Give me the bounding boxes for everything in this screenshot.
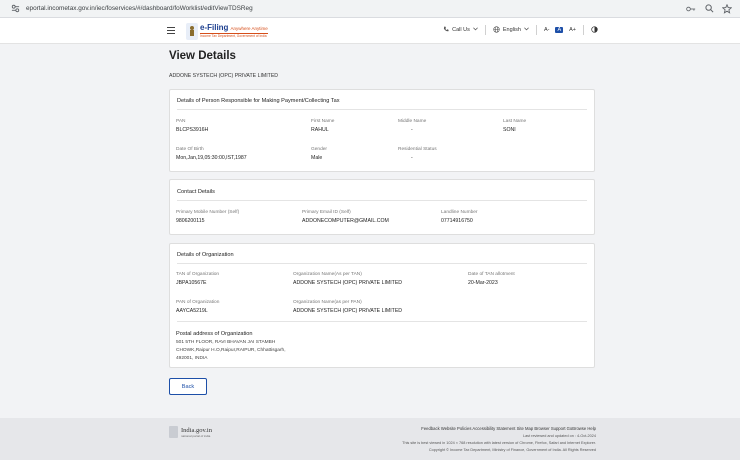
text-size-small-button[interactable]: A- [544, 27, 550, 33]
menu-icon[interactable] [167, 27, 175, 34]
middle-name-field: Middle Name - [398, 119, 427, 133]
org-name-pan-field: Organization Name(as per PAN) ADDONE SYS… [293, 300, 403, 314]
email-field: Primary Email ID (Self) ADDONECOMPUTER@G… [302, 210, 389, 224]
organization-name: ADDONE SYSTECH (OPC) PRIVATE LIMITED [169, 73, 279, 79]
bookmark-star-icon[interactable] [722, 3, 732, 14]
person-details-card: Details of Person Responsible for Making… [169, 89, 595, 172]
mobile-field: Primary Mobile Number (Self) 9806200115 [176, 210, 240, 224]
efiling-logo[interactable]: e-Filing Anywhere Anytime Income Tax Depa… [186, 21, 268, 41]
zoom-icon[interactable] [704, 4, 714, 14]
emblem-icon [169, 426, 178, 438]
contrast-icon[interactable] [591, 25, 598, 35]
organization-details-card: Details of Organization TAN of Organizat… [169, 243, 595, 368]
call-us-dropdown[interactable]: Call Us [443, 26, 478, 34]
language-dropdown[interactable]: English [493, 25, 529, 35]
tan-allotment-date-field: Date of TAN allotment 20-Mar-2023 [468, 272, 515, 286]
tan-field: TAN of Organization JBPA10567E [176, 272, 220, 286]
address-line: CHOWK,Raipur H.O,Raipur,RAIPUR, Chhattis… [176, 348, 286, 353]
back-button[interactable]: Back [169, 378, 207, 395]
india-gov-subtitle: national portal of india [181, 433, 211, 438]
section-title: Details of Organization [177, 252, 234, 258]
language-label: English [502, 27, 521, 33]
best-viewed-text: This site is best viewed in 1024 × 768 r… [402, 441, 596, 445]
page-title: View Details [169, 50, 236, 62]
text-size-normal-button[interactable]: A [555, 27, 564, 33]
footer-links[interactable]: Feedback Website Policies Accessibility … [402, 426, 596, 431]
address-line: 501 5TH FLOOR, RAVI BHAVAN JAI STAMBH [176, 340, 276, 345]
key-icon[interactable] [686, 4, 696, 14]
address-line: 492001, INDIA [176, 356, 208, 361]
india-gov-logo[interactable]: India.gov.in national portal of india [169, 426, 212, 438]
logo-subtitle: Income Tax Department, Government of Ind… [200, 32, 268, 38]
copyright-text: Copyright © Income Tax Department, Minis… [428, 448, 596, 452]
url-text[interactable]: eportal.incometax.gov.in/iec/foservices/… [26, 5, 686, 12]
gender-field: Gender Male [311, 147, 327, 161]
section-title: Details of Person Responsible for Making… [177, 98, 340, 104]
logo-tagline: Anywhere Anytime [230, 25, 268, 31]
residential-status-field: Residential Status - [398, 147, 437, 161]
emblem-icon [186, 22, 198, 40]
last-updated-text: Last reviewed and updated on : 4-Oct-202… [522, 434, 596, 438]
text-size-large-button[interactable]: A+ [569, 27, 576, 33]
logo-title: e-Filing [200, 22, 229, 32]
postal-address-title: Postal address of Organization [176, 331, 253, 337]
phone-icon [443, 26, 449, 34]
site-footer: India.gov.in national portal of india Fe… [0, 418, 740, 460]
first-name-field: First Name RAHUL [311, 119, 335, 133]
dob-field: Date Of Birth Mon,Jan,19,05:30:00,IST,19… [176, 147, 247, 161]
landline-field: Landline Number 07714916750 [441, 210, 478, 224]
site-info-icon[interactable] [10, 4, 20, 14]
org-name-tan-field: Organization Name(As per TAN) ADDONE SYS… [293, 272, 403, 286]
chevron-down-icon [524, 27, 529, 33]
section-title: Contact Details [177, 189, 215, 195]
india-gov-name: India.gov.in [181, 426, 212, 434]
globe-icon [493, 25, 500, 35]
org-pan-field: PAN of Organization AAYCA5219L [176, 300, 220, 314]
contact-details-card: Contact Details Primary Mobile Number (S… [169, 179, 595, 235]
site-header: e-Filing Anywhere Anytime Income Tax Depa… [0, 18, 740, 44]
chevron-down-icon [473, 27, 478, 33]
pan-field: PAN BLCPS3916H [176, 119, 209, 133]
call-us-label: Call Us [452, 27, 470, 33]
last-name-field: Last Name SONI [503, 119, 527, 133]
browser-address-bar: eportal.incometax.gov.in/iec/foservices/… [0, 0, 740, 18]
